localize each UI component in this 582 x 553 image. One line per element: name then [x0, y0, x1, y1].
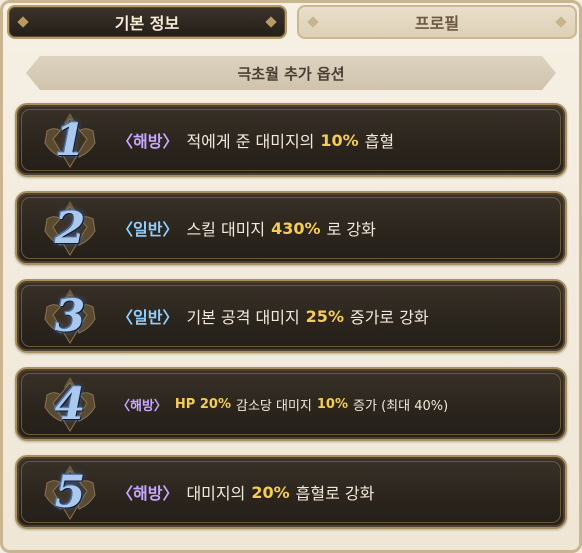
option-value: 25% — [305, 306, 344, 326]
tab-ornament-icon — [17, 16, 29, 28]
section-title-label: 극초월 추가 옵션 — [237, 64, 345, 83]
option-text-before: 적에게 준 대미지의 — [186, 132, 315, 151]
option-row-5: 5 〈해방〉 대미지의 20% 흡혈로 강화 — [15, 455, 567, 529]
option-value-pre: HP 20% — [174, 396, 231, 412]
option-text-after: 로 강화 — [326, 220, 376, 239]
option-number: 3 — [54, 290, 86, 342]
option-value: 10% — [316, 396, 349, 412]
option-effect-text: 〈일반〉 기본 공격 대미지 25% 증가로 강화 — [117, 281, 555, 351]
option-effect-text: 〈해방〉 대미지의 20% 흡혈로 강화 — [117, 457, 555, 527]
tab-bar: 기본 정보 프로필 — [5, 5, 577, 41]
option-row-3: 3 〈일반〉 기본 공격 대미지 25% 증가로 강화 — [15, 279, 567, 353]
option-tag: 〈일반〉 — [117, 308, 179, 327]
option-value: 20% — [251, 482, 290, 502]
option-value: 10% — [320, 130, 359, 150]
option-text-mid: 감소당 대미지 — [235, 398, 312, 414]
option-effect-text: 〈해방〉 HP 20% 감소당 대미지 10% 증가 (최대 40%) — [117, 369, 555, 439]
option-text-after: 흡혈로 강화 — [295, 484, 375, 503]
option-number: 5 — [54, 466, 86, 518]
tab-ornament-icon — [555, 16, 567, 28]
option-row-4: 4 〈해방〉 HP 20% 감소당 대미지 10% 증가 (최대 40%) — [15, 367, 567, 441]
winged-shield-emblem-icon: 3 — [39, 285, 101, 347]
option-tag: 〈해방〉 — [117, 132, 179, 151]
tab-profile-label: 프로필 — [414, 14, 460, 33]
option-text-after: 흡혈 — [364, 132, 395, 151]
option-text-before: 스킬 대미지 — [186, 220, 266, 239]
option-number: 1 — [54, 114, 86, 166]
winged-shield-emblem-icon: 5 — [39, 461, 101, 523]
tab-basic-info[interactable]: 기본 정보 — [7, 5, 287, 39]
option-text-after: 증가로 강화 — [349, 308, 429, 327]
tab-ornament-icon — [265, 16, 277, 28]
winged-shield-emblem-icon: 4 — [39, 373, 101, 435]
option-number: 4 — [54, 378, 86, 430]
winged-shield-emblem-icon: 1 — [39, 109, 101, 171]
option-row-2: 2 〈일반〉 스킬 대미지 430% 로 강화 — [15, 191, 567, 265]
tab-basic-info-label: 기본 정보 — [114, 14, 180, 33]
winged-shield-emblem-icon: 2 — [39, 197, 101, 259]
option-row-1: 1 〈해방〉 적에게 준 대미지의 10% 흡혈 — [15, 103, 567, 177]
option-text-before: 기본 공격 대미지 — [186, 308, 300, 327]
option-value: 430% — [271, 218, 321, 238]
option-tag: 〈해방〉 — [117, 484, 179, 503]
option-effect-text: 〈일반〉 스킬 대미지 430% 로 강화 — [117, 193, 555, 263]
option-tag: 〈해방〉 — [117, 398, 167, 414]
option-effect-text: 〈해방〉 적에게 준 대미지의 10% 흡혈 — [117, 105, 555, 175]
option-number: 2 — [54, 202, 86, 254]
option-text-after: 증가 (최대 40%) — [353, 398, 449, 414]
section-title: 극초월 추가 옵션 — [26, 56, 556, 90]
option-text-before: 대미지의 — [186, 484, 246, 503]
option-tag: 〈일반〉 — [117, 220, 179, 239]
tab-profile[interactable]: 프로필 — [297, 5, 577, 39]
tab-ornament-icon — [307, 16, 319, 28]
